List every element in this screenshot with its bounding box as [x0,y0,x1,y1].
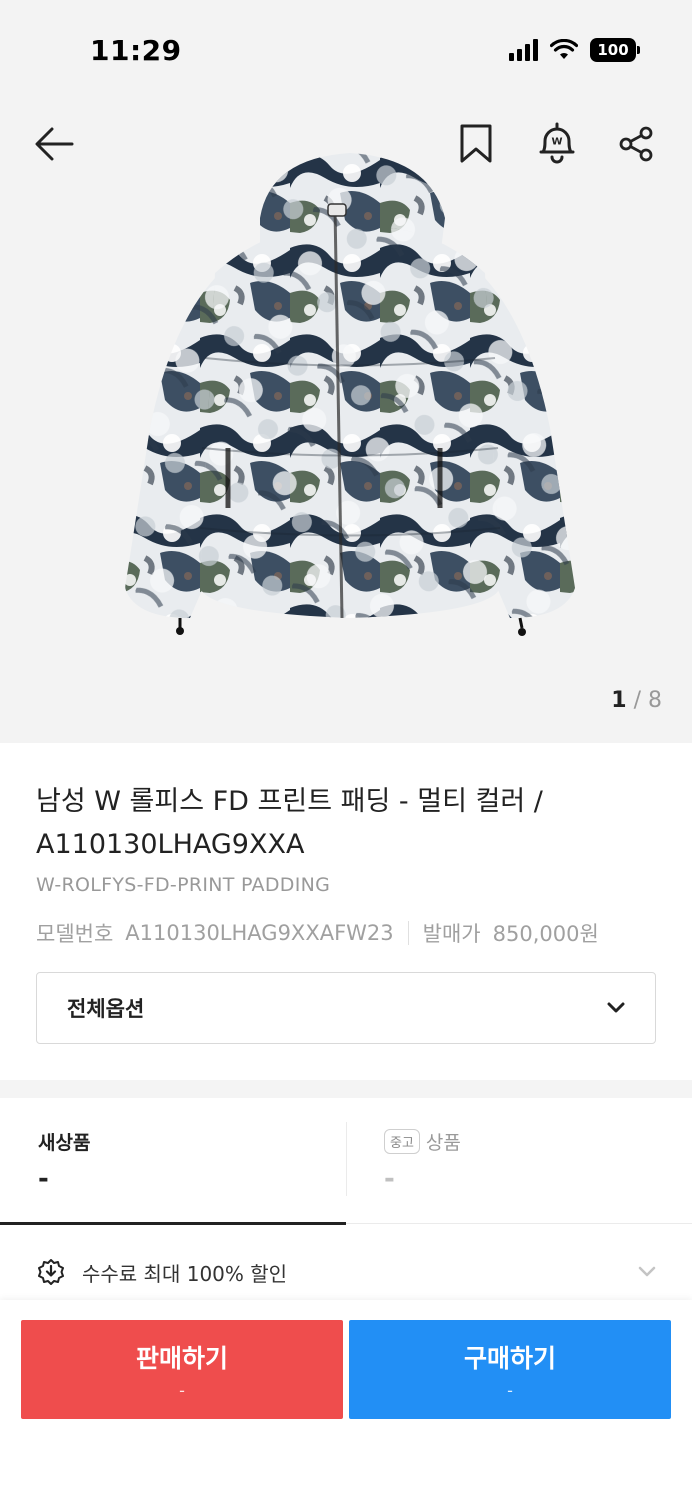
product-info: 남성 W 롤피스 FD 프린트 패딩 - 멀티 컬러 / A110130LHAG… [36,780,656,948]
arrow-left-icon [35,127,74,161]
cellular-signal-icon [509,39,538,61]
share-icon [619,126,653,162]
buy-button-price: - [507,1381,513,1400]
tab-used-label: 상품 [425,1132,461,1154]
chevron-down-icon [607,1002,625,1013]
active-tab-indicator [0,1222,346,1225]
sell-button-label: 판매하기 [135,1344,228,1373]
tab-new-product[interactable]: 새상품 - [0,1098,346,1225]
fee-discount-text: 수수료 최대 100% 할인 [82,1261,288,1286]
release-price-value: 850,000원 [492,922,599,946]
product-image[interactable] [110,148,590,648]
buy-button-label: 구매하기 [463,1344,556,1373]
wifi-icon [550,39,578,59]
used-badge: 중고 [384,1129,420,1154]
buy-button[interactable]: 구매하기 - [349,1320,671,1419]
tab-new-label: 새상품 [38,1132,91,1154]
chevron-down-icon [638,1266,656,1277]
product-subtitle: W-ROLFYS-FD-PRINT PADDING [36,874,331,896]
section-divider [0,1080,692,1098]
release-price-label: 발매가 [422,922,481,946]
model-number-label: 모델번호 [36,922,114,946]
bottom-action-bar: 판매하기 - 구매하기 - [0,1300,692,1500]
tab-used-label-group: 중고 상품 [384,1128,461,1155]
product-image-gallery[interactable]: W 1 / 8 [0,100,692,743]
product-title: 남성 W 롤피스 FD 프린트 패딩 - 멀티 컬러 / A110130LHAG… [36,786,543,860]
meta-divider [407,921,409,945]
image-counter: 1 / 8 [611,688,662,713]
option-select[interactable]: 전체옵션 [36,972,656,1044]
tab-new-price: - [38,1164,49,1194]
product-meta: 모델번호 A110130LHAG9XXAFW23 발매가 850,000원 [36,918,656,948]
discount-badge-icon [38,1259,64,1285]
image-counter-current: 1 [611,688,627,713]
image-counter-separator: / [626,688,648,713]
model-number-value: A110130LHAG9XXAFW23 [125,921,394,945]
status-icons: 100 [509,38,640,62]
sell-button-price: - [179,1381,185,1400]
image-counter-total: 8 [648,688,662,713]
share-button[interactable] [612,120,660,168]
tab-used-price: - [384,1164,395,1194]
condition-tabs: 새상품 - 중고 상품 - [0,1098,692,1225]
back-button[interactable] [28,122,80,166]
sell-button[interactable]: 판매하기 - [21,1320,343,1419]
svg-text:W: W [551,137,562,148]
option-select-label: 전체옵션 [67,997,145,1021]
status-bar: 11:29 100 [0,0,692,100]
status-time: 11:29 [90,34,182,67]
tab-used-product[interactable]: 중고 상품 - [346,1098,692,1224]
battery-indicator: 100 [590,38,640,62]
fee-discount-banner[interactable]: 수수료 최대 100% 할인 [0,1244,692,1300]
